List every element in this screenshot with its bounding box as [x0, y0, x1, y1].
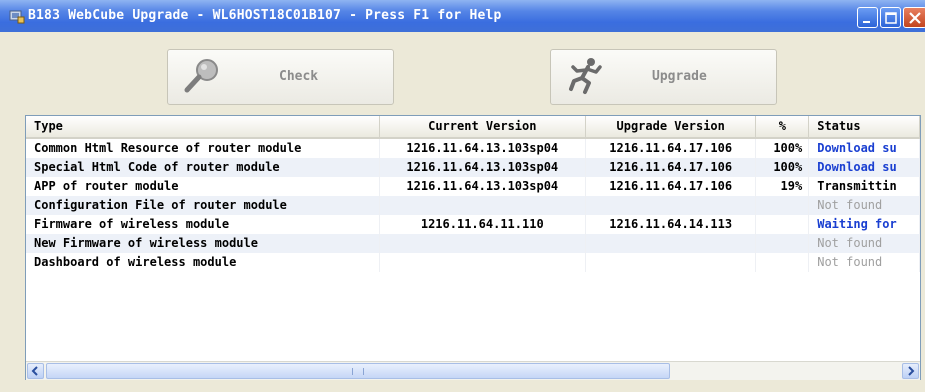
table-row[interactable]: Configuration File of router module Not … [26, 196, 920, 215]
status-cell: Transmittin [808, 177, 920, 196]
table-row[interactable]: New Firmware of wireless module Not foun… [26, 234, 920, 253]
scroll-left-button[interactable] [27, 363, 44, 379]
check-button[interactable]: Check [167, 49, 394, 105]
column-header-percent[interactable]: % [755, 116, 810, 139]
minimize-button[interactable] [857, 7, 878, 28]
check-label: Check [279, 69, 319, 84]
column-header-current-version[interactable]: Current Version [379, 116, 586, 139]
running-man-icon [569, 58, 602, 94]
module-list[interactable]: Type Current Version Upgrade Version % S… [25, 115, 921, 380]
status-cell: Not found [808, 234, 920, 253]
type-cell: Firmware of wireless module [26, 215, 380, 234]
scroll-thumb[interactable] [46, 363, 670, 379]
upgrade-version-cell [585, 196, 757, 215]
upgrade-version-cell: 1216.11.64.14.113 [585, 215, 757, 234]
type-cell: Configuration File of router module [26, 196, 380, 215]
current-version-cell: 1216.11.64.13.103sp04 [379, 177, 586, 196]
status-cell: Waiting for [808, 215, 920, 234]
upgrade-version-cell: 1216.11.64.17.106 [585, 138, 757, 158]
scroll-right-button[interactable] [902, 363, 919, 379]
chevron-left-icon [31, 366, 38, 376]
horizontal-scrollbar[interactable] [26, 361, 920, 380]
close-icon [909, 12, 921, 24]
grip-icon [352, 368, 364, 375]
type-cell: Dashboard of wireless module [26, 253, 380, 272]
table-row[interactable]: Dashboard of wireless module Not found [26, 253, 920, 272]
column-header-type[interactable]: Type [26, 116, 380, 139]
maximize-button[interactable] [880, 7, 901, 28]
current-version-cell: 1216.11.64.13.103sp04 [379, 158, 586, 177]
status-cell: Download su [808, 138, 920, 158]
type-cell: APP of router module [26, 177, 380, 196]
percent-cell: 100% [755, 158, 810, 177]
magnifier-icon [184, 59, 218, 93]
chevron-right-icon [908, 366, 915, 376]
column-header-upgrade-version[interactable]: Upgrade Version [585, 116, 757, 139]
table-row[interactable]: Special Html Code of router module 1216.… [26, 158, 920, 177]
percent-cell: 100% [755, 138, 810, 158]
current-version-cell: 1216.11.64.13.103sp04 [379, 138, 586, 158]
status-cell: Not found [808, 253, 920, 272]
table-row[interactable]: APP of router module 1216.11.64.13.103sp… [26, 177, 920, 196]
percent-cell [755, 215, 810, 234]
current-version-cell: 1216.11.64.11.110 [379, 215, 586, 234]
current-version-cell [379, 234, 586, 253]
table-row[interactable]: Firmware of wireless module 1216.11.64.1… [26, 215, 920, 234]
title-bar[interactable]: B183 WebCube Upgrade - WL6HOST18C01B107 … [0, 0, 925, 32]
type-cell: Common Html Resource of router module [26, 138, 380, 158]
upgrade-label: Upgrade [652, 69, 707, 84]
type-cell: New Firmware of wireless module [26, 234, 380, 253]
current-version-cell [379, 196, 586, 215]
window-title: B183 WebCube Upgrade - WL6HOST18C01B107 … [28, 8, 502, 23]
column-header-status[interactable]: Status [808, 116, 920, 139]
app-icon [9, 10, 25, 24]
status-cell: Not found [808, 196, 920, 215]
percent-cell [755, 196, 810, 215]
upgrade-version-cell [585, 234, 757, 253]
percent-cell [755, 253, 810, 272]
upgrade-window: B183 WebCube Upgrade - WL6HOST18C01B107 … [0, 0, 925, 392]
upgrade-button[interactable]: Upgrade [550, 49, 777, 105]
type-cell: Special Html Code of router module [26, 158, 380, 177]
close-button[interactable] [903, 7, 925, 28]
current-version-cell [379, 253, 586, 272]
upgrade-version-cell: 1216.11.64.17.106 [585, 158, 757, 177]
upgrade-version-cell: 1216.11.64.17.106 [585, 177, 757, 196]
status-cell: Download su [808, 158, 920, 177]
module-table: Type Current Version Upgrade Version % S… [26, 116, 920, 272]
minimize-icon [863, 21, 870, 23]
maximize-icon [885, 12, 897, 24]
table-row[interactable]: Common Html Resource of router module 12… [26, 138, 920, 158]
percent-cell [755, 234, 810, 253]
upgrade-version-cell [585, 253, 757, 272]
header-row: Type Current Version Upgrade Version % S… [26, 116, 920, 139]
percent-cell: 19% [755, 177, 810, 196]
